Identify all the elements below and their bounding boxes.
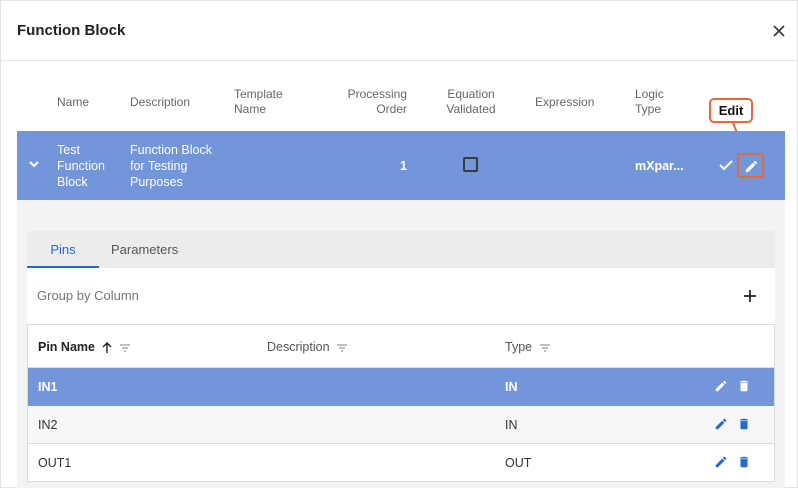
pin-type-cell: OUT	[505, 456, 532, 470]
header-equation-validated[interactable]: Equation Validated	[441, 87, 501, 117]
pin-type-cell: IN	[505, 380, 518, 394]
plus-icon[interactable]	[741, 287, 759, 305]
header-description[interactable]: Description	[130, 95, 190, 110]
function-block-row[interactable]: Test Function Block Function Block for T…	[17, 131, 785, 200]
row-logic-type: mXpar...	[635, 159, 684, 173]
header-processing-order[interactable]: Processing Order	[335, 87, 407, 117]
dialog-header: Function Block	[1, 1, 798, 61]
table-row[interactable]: OUT1 OUT	[28, 444, 774, 482]
trash-icon[interactable]	[737, 417, 751, 431]
edit-button[interactable]	[737, 153, 764, 178]
row-description: Function Block for Testing Purposes	[130, 143, 212, 189]
pins-grid: Pin Name Description Type IN1 IN IN2 IN …	[27, 324, 775, 482]
table-row[interactable]: IN1 IN	[28, 368, 774, 406]
pin-name-cell: OUT1	[38, 456, 72, 470]
close-icon[interactable]	[769, 21, 789, 41]
col-description-label: Description	[267, 340, 330, 354]
header-expression[interactable]: Expression	[535, 95, 594, 110]
tab-parameters-label: Parameters	[111, 242, 179, 257]
row-processing-order: 1	[400, 159, 407, 173]
pin-type-cell: IN	[505, 418, 518, 432]
pencil-icon[interactable]	[714, 455, 728, 469]
col-description[interactable]: Description	[267, 340, 348, 354]
pencil-icon[interactable]	[744, 159, 759, 174]
filter-icon[interactable]	[119, 343, 131, 353]
close-button[interactable]	[769, 21, 789, 41]
filter-icon[interactable]	[539, 343, 551, 353]
dialog-title: Function Block	[17, 22, 126, 39]
pin-name-cell: IN1	[38, 380, 58, 394]
edit-callout: Edit	[709, 98, 753, 123]
tab-pins[interactable]: Pins	[27, 231, 99, 268]
chevron-down-icon[interactable]	[27, 157, 41, 171]
trash-icon[interactable]	[737, 379, 751, 393]
header-logic-type[interactable]: Logic Type	[635, 87, 675, 117]
header-template-name[interactable]: Template Name	[234, 87, 298, 117]
header-name[interactable]: Name	[57, 95, 89, 110]
group-by-label[interactable]: Group by Column	[37, 288, 139, 303]
group-by-bar: Group by Column	[27, 268, 775, 324]
add-pin-button[interactable]	[741, 287, 759, 305]
filter-icon[interactable]	[336, 343, 348, 353]
sort-ascending-icon[interactable]	[101, 341, 113, 354]
detail-tabs: Pins Parameters	[27, 231, 775, 268]
table-row[interactable]: IN2 IN	[28, 406, 774, 444]
function-block-dialog: Function Block Name Description Template…	[0, 0, 798, 488]
col-type-label: Type	[505, 340, 533, 354]
tab-pins-label: Pins	[50, 242, 76, 257]
col-type[interactable]: Type	[505, 340, 551, 354]
table-header: Name Description Template Name Processin…	[17, 83, 785, 127]
pin-name-cell: IN2	[38, 418, 58, 432]
tab-parameters[interactable]: Parameters	[111, 231, 181, 268]
trash-icon[interactable]	[737, 455, 751, 469]
pencil-icon[interactable]	[714, 417, 728, 431]
equation-validated-checkbox[interactable]	[463, 157, 478, 172]
check-icon[interactable]	[719, 158, 733, 172]
pins-grid-header: Pin Name Description Type	[28, 325, 774, 368]
col-pin-name[interactable]: Pin Name	[38, 340, 131, 354]
col-pin-name-label: Pin Name	[38, 340, 95, 354]
row-name: Test Function Block	[57, 143, 105, 189]
pencil-icon[interactable]	[714, 379, 728, 393]
